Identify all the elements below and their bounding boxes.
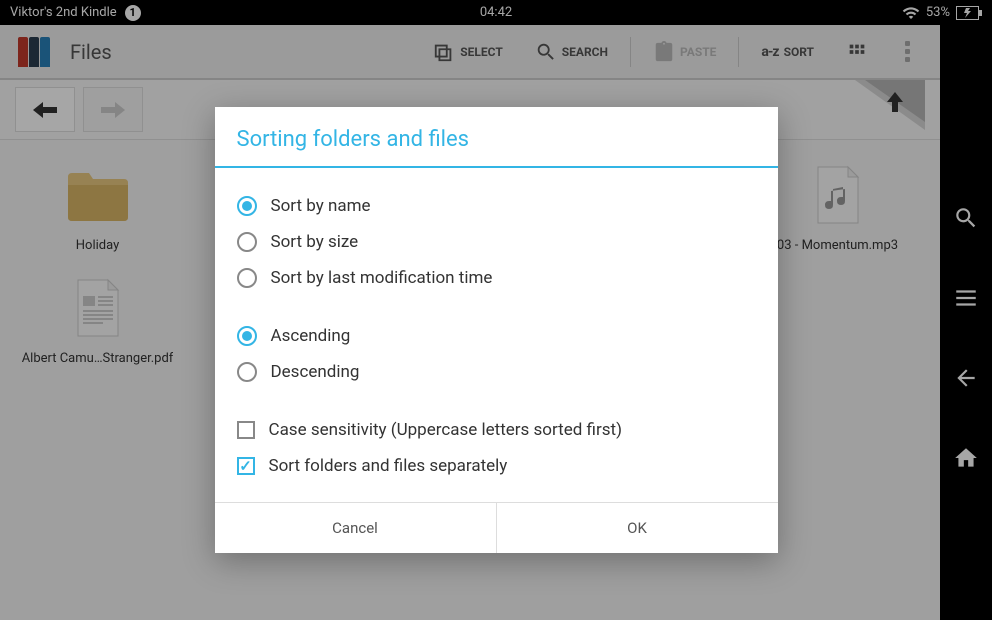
radio-label: Sort by last modification time — [271, 268, 493, 288]
radio-label: Sort by size — [271, 232, 359, 252]
radio-descending[interactable]: Descending — [237, 354, 756, 390]
radio-icon — [237, 326, 257, 346]
checkbox-icon — [237, 457, 255, 475]
radio-ascending[interactable]: Ascending — [237, 318, 756, 354]
modal-overlay[interactable]: Sorting folders and files Sort by name S… — [0, 0, 992, 620]
checkbox-label: Case sensitivity (Uppercase letters sort… — [269, 420, 623, 440]
radio-sort-mtime[interactable]: Sort by last modification time — [237, 260, 756, 296]
cancel-button[interactable]: Cancel — [215, 503, 496, 553]
radio-sort-size[interactable]: Sort by size — [237, 224, 756, 260]
radio-label: Ascending — [271, 326, 351, 346]
sort-dialog: Sorting folders and files Sort by name S… — [215, 107, 778, 553]
radio-label: Descending — [271, 362, 360, 382]
radio-icon — [237, 232, 257, 252]
radio-label: Sort by name — [271, 196, 371, 216]
radio-icon — [237, 268, 257, 288]
checkbox-folders-separate[interactable]: Sort folders and files separately — [237, 448, 756, 484]
checkbox-label: Sort folders and files separately — [269, 456, 508, 476]
checkbox-case-sensitivity[interactable]: Case sensitivity (Uppercase letters sort… — [237, 412, 756, 448]
radio-sort-name[interactable]: Sort by name — [237, 188, 756, 224]
ok-button[interactable]: OK — [496, 503, 778, 553]
sort-by-group: Sort by name Sort by size Sort by last m… — [237, 188, 756, 296]
radio-icon — [237, 196, 257, 216]
radio-icon — [237, 362, 257, 382]
sort-options-group: Case sensitivity (Uppercase letters sort… — [237, 412, 756, 484]
checkbox-icon — [237, 421, 255, 439]
dialog-title: Sorting folders and files — [215, 107, 778, 166]
sort-direction-group: Ascending Descending — [237, 318, 756, 390]
